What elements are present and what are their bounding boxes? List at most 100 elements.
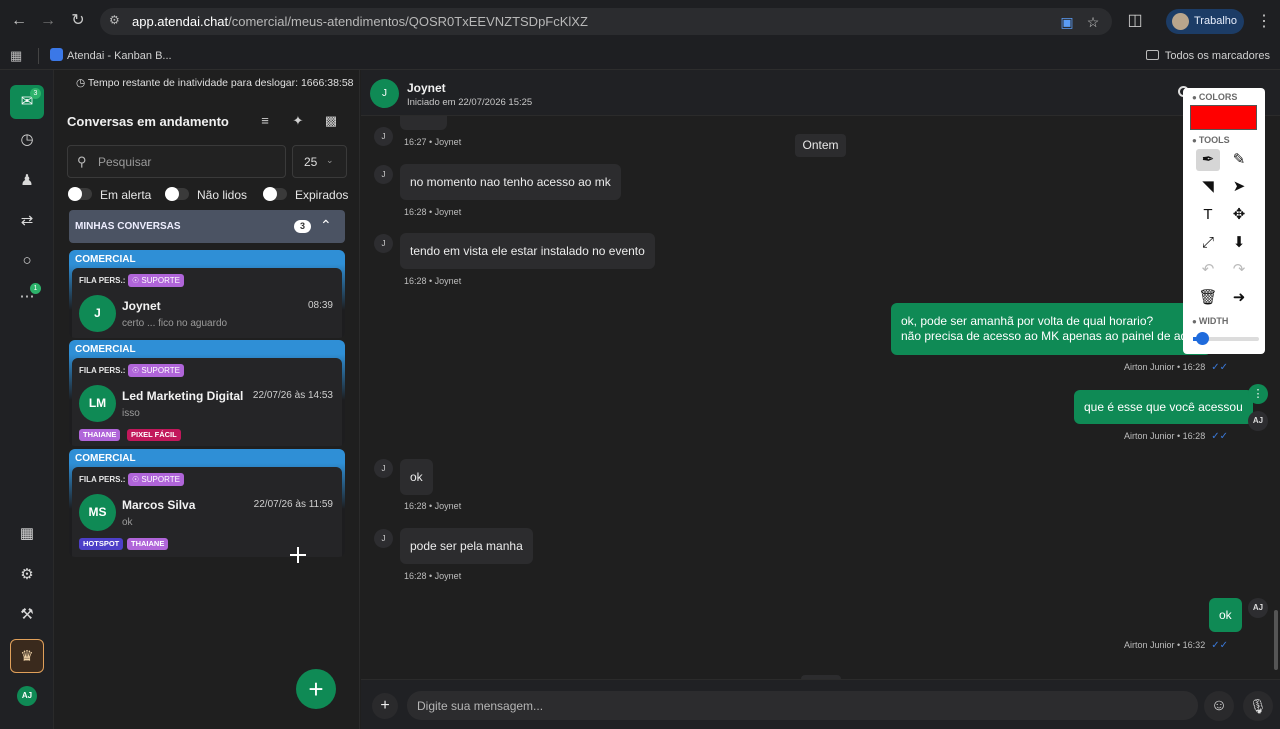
browser-menu-icon[interactable]: ⋮: [1256, 11, 1272, 31]
brush-tool-icon[interactable]: ✒: [1196, 149, 1220, 171]
apps-grid-icon[interactable]: ▦: [10, 48, 22, 64]
message-bubble-in[interactable]: tendo em vista ele estar instalado no ev…: [400, 233, 655, 269]
message-bubble-out[interactable]: ok: [1209, 598, 1242, 632]
rail-transfer-button[interactable]: ⇄: [10, 204, 44, 238]
rail-settings-button[interactable]: ⚙: [10, 558, 44, 592]
calendar-icon: ▦: [19, 525, 35, 542]
contact-name: Joynet: [122, 299, 161, 313]
contact-avatar: LM: [79, 385, 116, 422]
message-bubble-in[interactable]: no momento nao tenho acesso ao mk: [400, 164, 621, 200]
profile-avatar: [1172, 13, 1189, 30]
conversation-time: 08:39: [307, 300, 333, 311]
chat-scrollbar[interactable]: [1274, 610, 1278, 670]
message-meta: Airton Junior • 16:32 ✓✓: [1124, 640, 1228, 651]
text-tool-icon[interactable]: T: [1196, 204, 1220, 226]
filter-icon[interactable]: ≡: [257, 113, 273, 129]
rail-chats-button[interactable]: ✉ 3: [10, 85, 44, 119]
url-text[interactable]: app.atendai.chat/comercial/meus-atendime…: [132, 14, 588, 29]
rail-tools-button[interactable]: ⚒: [10, 598, 44, 632]
message-options-icon[interactable]: ⋮: [1248, 384, 1268, 404]
toggle-switch[interactable]: [68, 187, 92, 201]
bookmark-star-icon[interactable]: ☆: [1084, 13, 1102, 31]
download-tool-icon[interactable]: ⬇: [1227, 232, 1251, 254]
user-avatar[interactable]: AJ: [17, 686, 37, 706]
reload-icon[interactable]: ↻: [68, 11, 88, 31]
emoji-icon[interactable]: ☺: [1204, 691, 1234, 721]
redo-icon[interactable]: ↷: [1227, 259, 1251, 281]
site-info-icon[interactable]: ⚙: [109, 13, 125, 29]
rail-more-button[interactable]: ⋯ 1: [10, 280, 44, 314]
trash-icon[interactable]: 🗑: [1196, 287, 1220, 309]
drawing-toolbox: ● COLORS ● TOOLS ✒ ✎ ◥ ➤ T ✥ ⤢ ⬇ ↶ ↷ 🗑 ➜ ●…: [1183, 88, 1265, 354]
rail-contacts-button[interactable]: ♟: [10, 164, 44, 198]
conversation-list-panel: ◷ Tempo restante de inatividade para des…: [54, 70, 360, 729]
conversation-card[interactable]: COMERCIAL FILA PERS.: ☉ SUPORTE J Joynet…: [69, 250, 345, 338]
toggle-label: Em alerta: [100, 188, 152, 202]
conversation-card[interactable]: COMERCIAL FILA PERS.: ☉ SUPORTE MS Marco…: [69, 449, 345, 557]
profile-label: Trabalho: [1194, 15, 1238, 27]
message-bubble-out[interactable]: ok, pode ser amanhã por volta de qual ho…: [891, 303, 1211, 355]
chevron-up-icon[interactable]: ⌃: [320, 217, 332, 234]
search-box[interactable]: ⚲: [67, 145, 286, 178]
all-bookmarks[interactable]: Todos os marcadores: [1145, 46, 1270, 66]
chevron-down-icon: ⌄: [326, 155, 334, 165]
conversation-card-body[interactable]: FILA PERS.: ☉ SUPORTE MS Marcos Silva 22…: [72, 467, 342, 557]
microphone-icon[interactable]: 🎙: [1243, 691, 1273, 721]
rail-premium-button[interactable]: ♛: [10, 639, 44, 673]
my-conversations-header[interactable]: MINHAS CONVERSAS 3 ⌃: [69, 210, 345, 243]
address-bar[interactable]: ⚙ app.atendai.chat/comercial/meus-atendi…: [100, 8, 1112, 35]
rail-messages-button[interactable]: ○: [10, 244, 44, 278]
toggle-nao-lidos[interactable]: Não lidos: [165, 187, 255, 202]
new-conversation-button[interactable]: +: [296, 669, 336, 709]
move-tool-icon[interactable]: ✥: [1227, 204, 1251, 226]
pencil-tool-icon[interactable]: ✎: [1227, 149, 1251, 171]
extensions-icon[interactable]: ◫: [1125, 11, 1145, 31]
conversation-card[interactable]: COMERCIAL FILA PERS.: ☉ SUPORTE LM Led M…: [69, 340, 345, 446]
message-bubble-out[interactable]: que é esse que você acessou: [1074, 390, 1253, 424]
tools-section-label: ● TOOLS: [1192, 135, 1230, 145]
back-icon[interactable]: ←: [9, 11, 29, 31]
profile-chip[interactable]: Trabalho: [1166, 9, 1244, 34]
contact-name: Marcos Silva: [122, 498, 196, 512]
pointer-tool-icon[interactable]: ➤: [1227, 176, 1251, 198]
crown-icon: ♛: [20, 648, 34, 665]
eraser-tool-icon[interactable]: ◥: [1196, 176, 1220, 198]
rail-history-button[interactable]: ◷: [10, 123, 44, 157]
bookmarks-bar: ▦ Atendai - Kanban B... Todos os marcado…: [0, 42, 1280, 70]
exit-icon[interactable]: ➜: [1227, 287, 1251, 309]
app-root: ✉ 3 ◷ ♟ ⇄ ○ ⋯ 1 ▦ ⚙ ⚒ ♛ AJ ◷ Tempo resta…: [0, 70, 1280, 729]
width-slider-handle[interactable]: [1195, 332, 1209, 345]
toggle-expirados[interactable]: Expirados: [263, 187, 353, 202]
toggle-em-alerta[interactable]: Em alerta: [68, 187, 158, 202]
bookmark-atendai[interactable]: Atendai - Kanban B...: [50, 46, 172, 66]
contact-avatar[interactable]: J: [370, 79, 399, 108]
message-bubble-in[interactable]: ok: [400, 459, 433, 495]
forward-icon[interactable]: →: [38, 11, 58, 31]
monitor-icon[interactable]: ▩: [323, 113, 339, 129]
toggle-switch[interactable]: [263, 187, 287, 201]
conversation-card-body[interactable]: FILA PERS.: ☉ SUPORTE J Joynet 08:39 cer…: [72, 268, 342, 338]
contact-tag: PIXEL FÁCIL: [127, 429, 181, 441]
undo-icon[interactable]: ↶: [1196, 259, 1220, 281]
message-input[interactable]: [417, 697, 1177, 715]
message-line: ok, pode ser amanhã por volta de qual ho…: [901, 314, 1154, 328]
attach-plus-icon[interactable]: +: [372, 693, 398, 719]
magic-wand-icon[interactable]: ✦: [290, 113, 306, 129]
message-bubble-in[interactable]: pode ser pela manha: [400, 528, 533, 564]
line-tool-icon[interactable]: ⤢: [1196, 232, 1220, 254]
conversation-card-body[interactable]: FILA PERS.: ☉ SUPORTE LM Led Marketing D…: [72, 358, 342, 446]
page-size-select[interactable]: 25 ⌄: [292, 145, 347, 178]
contact-tag: THAIANE: [79, 429, 121, 441]
install-app-icon[interactable]: ▣: [1058, 13, 1076, 31]
section-count-badge: 3: [294, 220, 311, 233]
toggle-switch[interactable]: [165, 187, 189, 201]
queue-label: COMERCIAL: [75, 453, 136, 464]
color-swatch[interactable]: [1190, 105, 1257, 130]
conversations-title: Conversas em andamento: [67, 114, 229, 129]
contact-avatar: J: [79, 295, 116, 332]
message-input-box[interactable]: [407, 691, 1198, 720]
fila-tag-text: SUPORTE: [141, 475, 180, 484]
lock-icon: ☉: [132, 276, 140, 285]
search-input[interactable]: [98, 153, 278, 171]
rail-calendar-button[interactable]: ▦: [10, 517, 44, 551]
